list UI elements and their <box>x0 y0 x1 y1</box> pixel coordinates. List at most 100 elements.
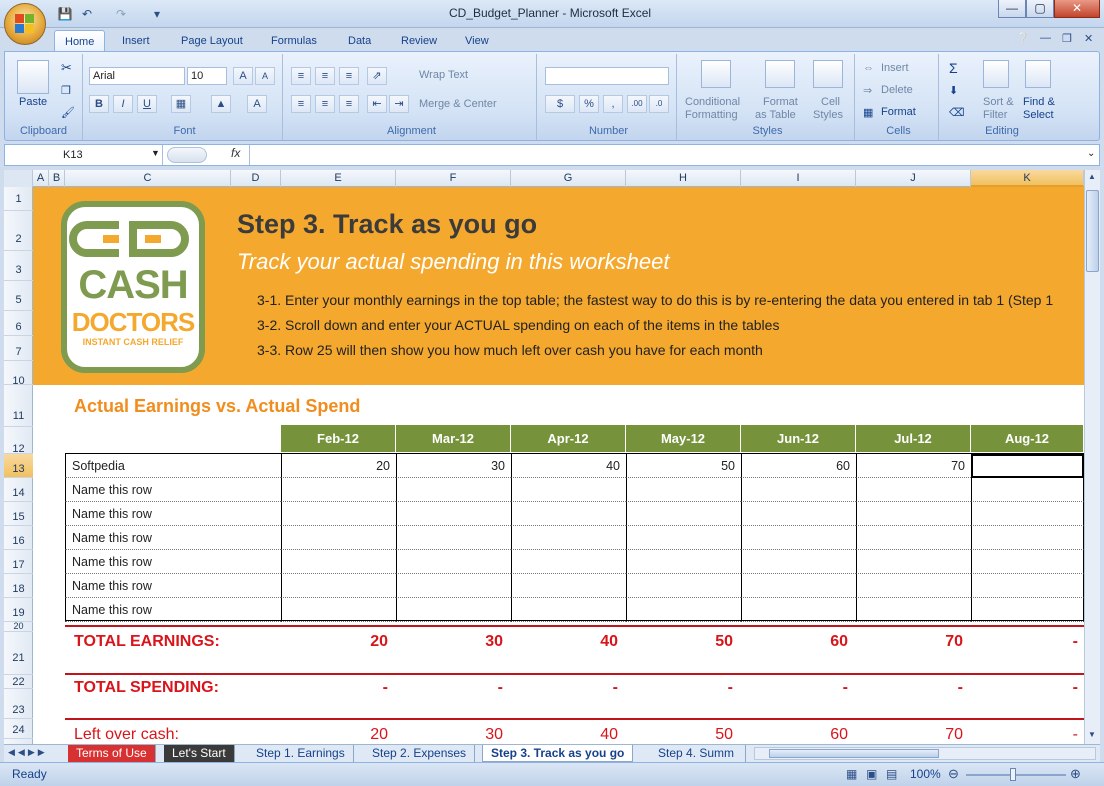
tab-page-layout[interactable]: Page Layout <box>171 30 253 52</box>
normal-view-icon[interactable]: ▦ <box>846 767 857 781</box>
sheet-tab[interactable]: Terms of Use <box>68 745 156 762</box>
table-cell[interactable] <box>741 574 856 598</box>
format-painter-icon[interactable]: 🖌 <box>61 106 75 119</box>
row-header[interactable]: 15 <box>4 502 33 526</box>
row-header[interactable]: 11 <box>4 385 33 427</box>
row-label[interactable]: Name this row <box>65 478 281 502</box>
cell-styles-icon[interactable] <box>813 60 843 88</box>
row-header[interactable]: 22 <box>4 675 33 689</box>
table-cell[interactable] <box>741 550 856 574</box>
orientation-icon[interactable]: ⇗ <box>367 67 387 85</box>
workbook-close-icon[interactable]: ✕ <box>1084 32 1093 45</box>
zoom-level[interactable]: 100% <box>910 767 941 781</box>
table-cell[interactable] <box>971 598 1084 622</box>
row-header[interactable]: 14 <box>4 478 33 502</box>
format-cells-button[interactable]: Format <box>881 106 916 118</box>
sheet-nav-arrows-icon[interactable]: ◀◀▶▶ <box>8 747 48 758</box>
row-header[interactable]: 19 <box>4 598 33 622</box>
table-cell[interactable] <box>511 598 626 622</box>
row-header[interactable]: 24 <box>4 719 33 739</box>
sort-filter-label-2[interactable]: Filter <box>983 109 1007 121</box>
format-as-table-label-2[interactable]: as Table <box>755 109 796 121</box>
table-cell[interactable] <box>396 502 511 526</box>
wrap-text-button[interactable]: Wrap Text <box>419 69 468 81</box>
page-break-view-icon[interactable]: ▤ <box>886 767 897 781</box>
table-cell[interactable] <box>741 502 856 526</box>
row-header[interactable]: 2 <box>4 211 33 251</box>
cell-styles-label[interactable]: Cell <box>821 96 840 108</box>
underline-icon[interactable]: U <box>137 95 157 113</box>
row-header[interactable]: 6 <box>4 311 33 336</box>
table-cell[interactable] <box>741 478 856 502</box>
sheet-tab-active[interactable]: Step 3. Track as you go <box>482 745 634 762</box>
table-cell[interactable] <box>396 478 511 502</box>
format-as-table-label[interactable]: Format <box>763 96 798 108</box>
insert-cells-button[interactable]: Insert <box>881 62 909 74</box>
qat-customize-icon[interactable]: ▾ <box>148 5 166 23</box>
table-cell[interactable]: 70 <box>856 454 971 478</box>
delete-cells-button[interactable]: Delete <box>881 84 913 96</box>
comma-button[interactable]: , <box>603 95 623 113</box>
tab-review[interactable]: Review <box>391 30 447 52</box>
scroll-down-icon[interactable]: ▼ <box>1088 730 1096 739</box>
sheet-tab[interactable]: Let's Start <box>164 745 235 762</box>
expand-formula-bar-icon[interactable]: ⌄ <box>1087 148 1095 159</box>
shrink-font-icon[interactable]: A <box>255 67 275 85</box>
currency-button[interactable]: $ <box>545 95 575 113</box>
merge-center-button[interactable]: Merge & Center <box>419 98 497 110</box>
minimize-button[interactable]: — <box>998 0 1026 18</box>
horizontal-scroll-thumb[interactable] <box>769 749 939 758</box>
row-label[interactable]: Name this row <box>65 526 281 550</box>
workbook-minimize-icon[interactable]: — <box>1040 32 1051 44</box>
zoom-in-icon[interactable]: ⊕ <box>1070 766 1081 782</box>
cut-icon[interactable]: ✂ <box>61 60 72 76</box>
table-cell[interactable] <box>856 502 971 526</box>
row-label[interactable]: Name this row <box>65 550 281 574</box>
table-cell[interactable] <box>626 478 741 502</box>
table-cell[interactable] <box>511 526 626 550</box>
find-select-label-2[interactable]: Select <box>1023 109 1054 121</box>
help-icon[interactable]: ❔ <box>1016 32 1030 45</box>
table-cell[interactable] <box>626 502 741 526</box>
column-header[interactable]: D <box>231 170 281 187</box>
table-cell[interactable] <box>281 526 396 550</box>
name-box[interactable]: K13 <box>5 145 163 165</box>
align-bottom-icon[interactable]: ≡ <box>339 67 359 85</box>
table-cell[interactable] <box>626 550 741 574</box>
row-header[interactable]: 16 <box>4 526 33 550</box>
save-icon[interactable]: 💾 <box>56 5 74 23</box>
horizontal-scrollbar[interactable] <box>754 747 1096 760</box>
align-right-icon[interactable]: ≡ <box>339 95 359 113</box>
row-header[interactable]: 3 <box>4 251 33 281</box>
table-cell[interactable]: 50 <box>626 454 741 478</box>
sheet-tab[interactable]: Step 2. Expenses <box>364 745 476 762</box>
borders-icon[interactable]: ▦ <box>171 95 191 113</box>
find-select-icon[interactable] <box>1025 60 1051 88</box>
decrease-decimal-icon[interactable]: .0 <box>649 95 669 113</box>
increase-indent-icon[interactable]: ⇥ <box>389 95 409 113</box>
column-header[interactable]: A <box>33 170 49 187</box>
row-header[interactable]: 7 <box>4 336 33 361</box>
scroll-up-icon[interactable]: ▲ <box>1088 172 1096 181</box>
align-left-icon[interactable]: ≡ <box>291 95 311 113</box>
tab-formulas[interactable]: Formulas <box>261 30 327 52</box>
insert-function-icon[interactable]: fx <box>231 146 240 160</box>
table-cell[interactable] <box>971 526 1084 550</box>
paste-button[interactable]: Paste <box>19 96 47 108</box>
table-cell[interactable] <box>396 574 511 598</box>
zoom-out-icon[interactable]: ⊖ <box>948 766 959 782</box>
conditional-formatting-icon[interactable] <box>701 60 731 88</box>
row-header[interactable]: 12 <box>4 427 33 455</box>
row-header[interactable]: 21 <box>4 632 33 675</box>
column-header[interactable]: F <box>396 170 511 187</box>
table-cell[interactable] <box>971 550 1084 574</box>
zoom-slider[interactable] <box>966 774 1066 776</box>
align-center-icon[interactable]: ≡ <box>315 95 335 113</box>
page-layout-view-icon[interactable]: ▣ <box>866 767 877 781</box>
workbook-restore-icon[interactable]: ❐ <box>1062 32 1072 45</box>
table-cell[interactable] <box>396 526 511 550</box>
select-all-corner[interactable] <box>4 170 33 187</box>
table-cell[interactable] <box>971 478 1084 502</box>
table-cell[interactable] <box>396 550 511 574</box>
table-cell[interactable] <box>741 526 856 550</box>
